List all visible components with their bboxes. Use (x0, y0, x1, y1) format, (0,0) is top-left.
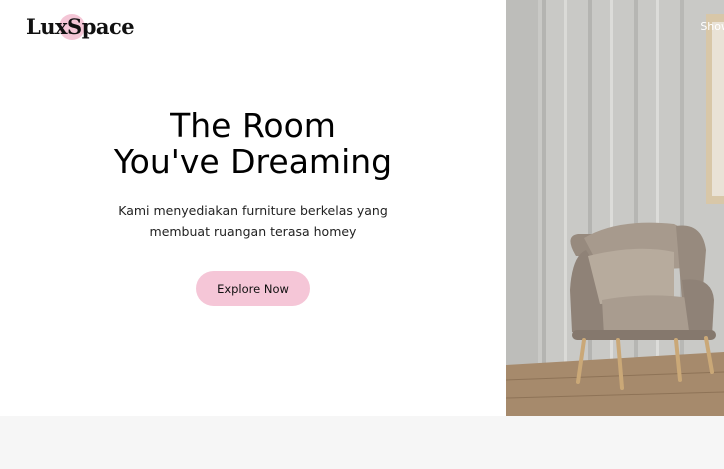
hero-subtitle: Kami menyediakan furniture berkelas yang… (0, 200, 506, 242)
explore-now-button[interactable]: Explore Now (196, 271, 310, 306)
hero-image-panel: Show (506, 0, 724, 416)
picture-canvas (712, 22, 724, 196)
brand-name: LuxSpace (26, 14, 135, 39)
hero-title-line-1: The Room (170, 106, 336, 145)
hero-subtitle-line-2: membuat ruangan terasa homey (149, 224, 357, 239)
hero-section: LuxSpace The Room You've Dreaming Kami m… (0, 0, 506, 416)
brand-logo[interactable]: LuxSpace (26, 14, 135, 39)
hero-title: The Room You've Dreaming (0, 108, 506, 180)
armchair-photo (506, 0, 724, 416)
page: LuxSpace The Room You've Dreaming Kami m… (0, 0, 724, 469)
wall-panel-shadow (506, 0, 538, 365)
hero-subtitle-line-1: Kami menyediakan furniture berkelas yang (118, 203, 388, 218)
hero-title-line-2: You've Dreaming (113, 142, 393, 181)
bottom-section (0, 416, 724, 469)
nav-show-link[interactable]: Show (700, 20, 724, 33)
